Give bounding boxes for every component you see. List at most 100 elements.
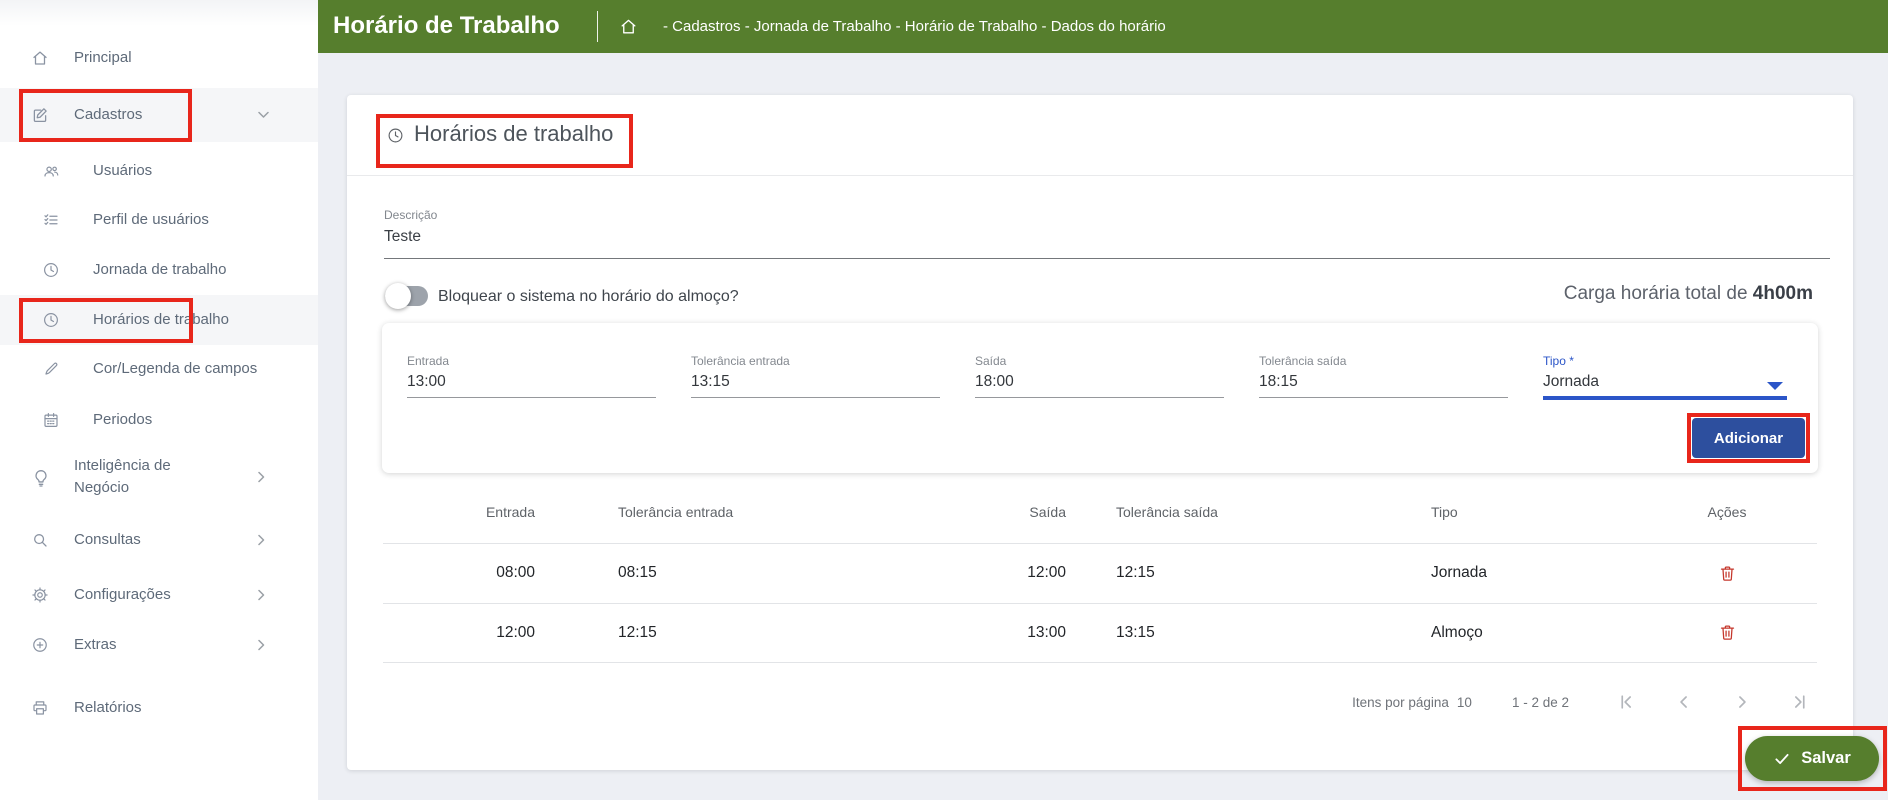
home-icon[interactable]: [619, 17, 638, 36]
column-header: Entrada: [486, 504, 535, 520]
sidebar-item-configuracoes[interactable]: Configurações: [0, 568, 318, 622]
chevron-right-icon: [258, 640, 265, 651]
sidebar-item-label: Consultas: [74, 529, 141, 551]
last-page-button[interactable]: [1771, 682, 1829, 722]
cell-saida: 13:00: [1027, 624, 1066, 642]
first-page-button[interactable]: [1597, 682, 1655, 722]
cell-tipo: Almoço: [1431, 624, 1483, 642]
delete-row-button[interactable]: [1718, 623, 1737, 642]
calendar-icon: [42, 411, 60, 429]
sidebar-item-relatorios[interactable]: Relatórios: [0, 678, 318, 738]
chevron-right-icon: [258, 535, 265, 546]
sidebar: Principal Cadastros Usuários Perfil de usuá…: [0, 0, 318, 800]
sidebar-item-horarios-de-trabalho[interactable]: Horários de trabalho: [0, 295, 318, 345]
field-value[interactable]: 13:00: [407, 373, 446, 391]
content-card: Horários de trabalho Descrição Teste Blo…: [347, 95, 1853, 770]
lunch-block-toggle[interactable]: [385, 286, 428, 306]
field-label: Tolerância saída: [1259, 354, 1346, 368]
cell-tolerancia-saida: 13:15: [1116, 624, 1155, 642]
field-entrada[interactable]: Entrada 13:00: [407, 323, 656, 473]
time-entry-form: Tipo *JornadaTolerância saída18:15Saída1…: [382, 323, 1818, 473]
sidebar-item-label: Horários de trabalho: [93, 309, 229, 331]
description-input[interactable]: Teste: [384, 228, 421, 246]
chevron-right-icon: [258, 590, 265, 601]
description-underline: [384, 258, 1830, 259]
sidebar-item-label: Relatórios: [74, 697, 142, 719]
card-section-title: Horários de trabalho: [414, 121, 613, 147]
sidebar-item-periodos[interactable]: Periodos: [0, 395, 318, 445]
workload-prefix: Carga horária total de: [1564, 283, 1753, 304]
description-label: Descrição: [384, 208, 437, 222]
sidebar-item-principal[interactable]: Principal: [0, 33, 318, 83]
sidebar-item-cadastros[interactable]: Cadastros: [0, 88, 318, 142]
sidebar-item-label: Usuários: [93, 160, 152, 182]
sidebar-item-label: Cor/Legenda de campos: [93, 358, 257, 380]
sidebar-item-inteligencia-de-negocio[interactable]: Inteligência de Negócio: [0, 445, 318, 509]
sidebar-item-label: Configurações: [74, 584, 171, 606]
home-icon: [31, 49, 49, 67]
field-underline: [1259, 397, 1508, 398]
items-per-page-label: Itens por página: [1352, 695, 1449, 710]
breadcrumb: - Cadastros - Jornada de Trabalho - Horá…: [663, 18, 1166, 35]
table-header-row: Entrada Tolerância entrada Saída Tolerância…: [383, 480, 1817, 544]
field-sa-da[interactable]: Saída 18:00: [975, 323, 1224, 473]
items-per-page-value[interactable]: 10: [1457, 695, 1472, 710]
field-label: Tolerância entrada: [691, 354, 790, 368]
sidebar-item-consultas[interactable]: Consultas: [0, 513, 318, 567]
top-header: Horário de Trabalho - Cadastros - Jornad…: [318, 0, 1888, 53]
field-value[interactable]: 18:00: [975, 373, 1014, 391]
sidebar-item-label: Cadastros: [74, 104, 142, 126]
field-toler-ncia-entrada[interactable]: Tolerância entrada 13:15: [691, 323, 940, 473]
column-header: Tolerância saída: [1116, 504, 1218, 520]
dropdown-caret-icon[interactable]: [1767, 382, 1783, 390]
table-row: 12:0012:1513:0013:15Almoço: [383, 604, 1817, 664]
bulb-icon: [31, 468, 49, 486]
cell-tolerancia-entrada: 08:15: [618, 564, 657, 582]
cell-saida: 12:00: [1027, 564, 1066, 582]
pen-icon: [42, 360, 60, 378]
next-page-button[interactable]: [1713, 682, 1771, 722]
table-row: 08:0008:1512:0012:15Jornada: [383, 544, 1817, 604]
add-button[interactable]: Adicionar: [1692, 418, 1805, 458]
toggle-thumb: [385, 283, 411, 309]
cell-entrada: 12:00: [496, 624, 535, 642]
previous-page-button[interactable]: [1655, 682, 1713, 722]
column-header: Tolerância entrada: [618, 504, 733, 520]
field-label: Saída: [975, 354, 1006, 368]
field-toler-ncia-sa-da[interactable]: Tolerância saída 18:15: [1259, 323, 1508, 473]
column-header: Saída: [1029, 504, 1066, 520]
cell-tipo: Jornada: [1431, 564, 1487, 582]
field-label: Entrada: [407, 354, 449, 368]
chevron-down-icon: [258, 112, 269, 119]
field-value[interactable]: Jornada: [1543, 373, 1599, 391]
sidebar-item-jornada-de-trabalho[interactable]: Jornada de trabalho: [0, 245, 318, 295]
delete-row-button[interactable]: [1718, 564, 1737, 583]
search-icon: [31, 531, 49, 549]
clock-icon: [42, 311, 60, 329]
paginator-range: 1 - 2 de 2: [1512, 695, 1569, 710]
sidebar-item-label: Jornada de trabalho: [93, 259, 226, 281]
sidebar-item-label: Inteligência de Negócio: [74, 455, 224, 499]
save-button[interactable]: Salvar: [1745, 736, 1879, 781]
header-divider: [597, 11, 598, 42]
sidebar-item-usuarios[interactable]: Usuários: [0, 146, 318, 196]
edit-icon: [31, 106, 49, 124]
sidebar-item-label: Extras: [74, 634, 117, 656]
times-table: Entrada Tolerância entrada Saída Tolerância…: [383, 480, 1817, 663]
sidebar-item-label: Principal: [74, 47, 132, 69]
save-button-label: Salvar: [1801, 749, 1851, 768]
clock-icon: [42, 261, 60, 279]
paginator: Itens por página 10 1 - 2 de 2: [1352, 682, 1829, 722]
sidebar-item-extras[interactable]: Extras: [0, 618, 318, 672]
clock-icon: [387, 127, 404, 144]
chevron-right-icon: [258, 472, 265, 483]
sidebar-item-label: Periodos: [93, 409, 152, 431]
field-value[interactable]: 13:15: [691, 373, 730, 391]
workload-value: 4h00m: [1753, 283, 1813, 304]
sidebar-item-cor-legenda-de-campos[interactable]: Cor/Legenda de campos: [0, 344, 318, 394]
field-underline: [691, 397, 940, 398]
sidebar-item-perfil-de-usuarios[interactable]: Perfil de usuários: [0, 195, 318, 245]
field-underline: [1543, 396, 1787, 400]
field-value[interactable]: 18:15: [1259, 373, 1298, 391]
checklist-icon: [42, 211, 60, 229]
